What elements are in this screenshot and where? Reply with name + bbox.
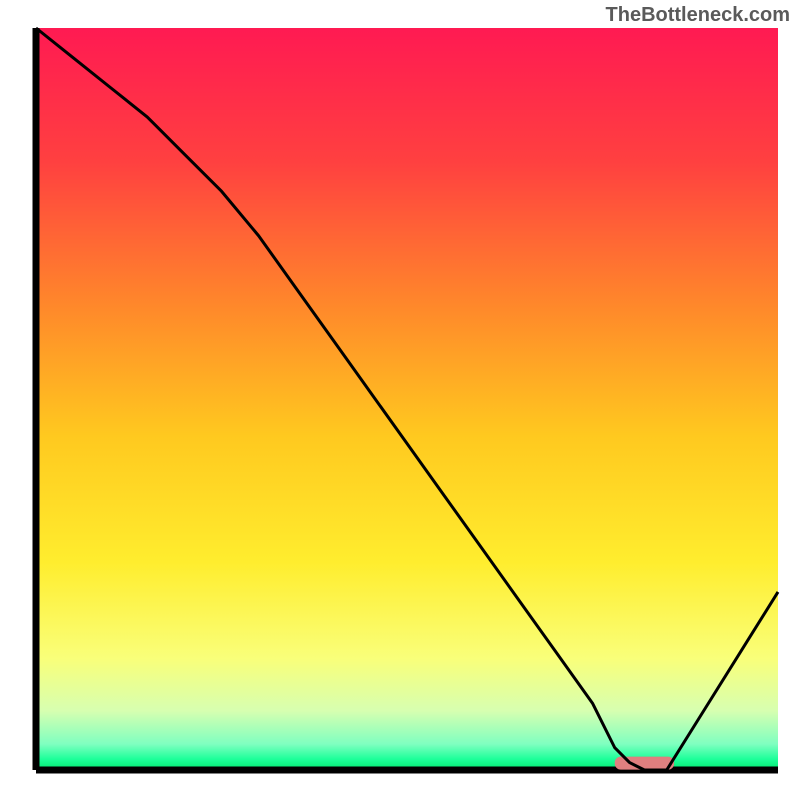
watermark-text: TheBottleneck.com [606,4,790,27]
bottleneck-chart [0,0,800,800]
chart-svg [0,0,800,800]
chart-gradient-background [36,28,778,770]
